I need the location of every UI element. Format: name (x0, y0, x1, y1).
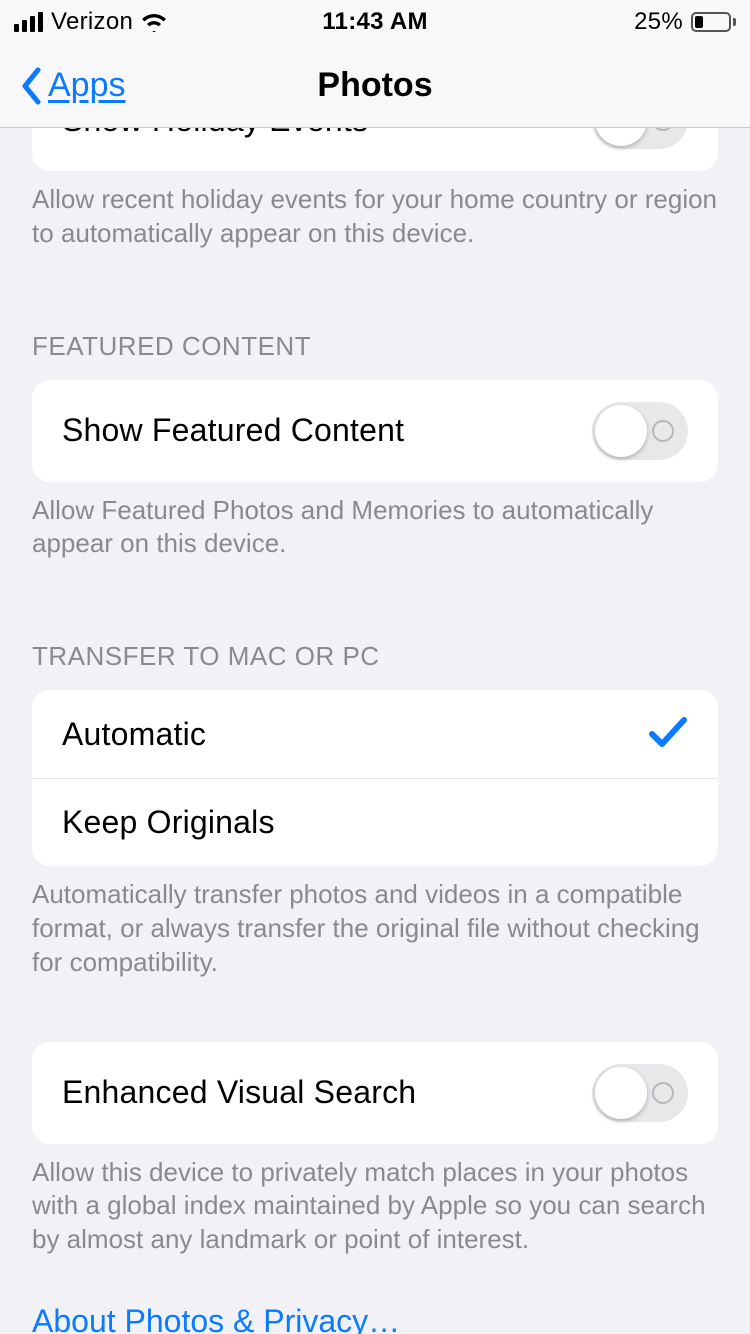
checkmark-icon (648, 714, 688, 755)
enhanced-visual-search-label: Enhanced Visual Search (62, 1074, 416, 1111)
back-label: Apps (48, 66, 126, 105)
show-featured-content-row[interactable]: Show Featured Content (32, 380, 718, 482)
back-button[interactable]: Apps (20, 66, 126, 105)
wifi-icon (141, 12, 167, 32)
show-holiday-events-row[interactable]: Show Holiday Events (32, 128, 718, 171)
transfer-automatic-label: Automatic (62, 716, 206, 753)
featured-content-header: FEATURED CONTENT (0, 305, 750, 372)
enhanced-visual-search-footer: Allow this device to privately match pla… (0, 1144, 750, 1257)
transfer-header: TRANSFER TO MAC OR PC (0, 615, 750, 682)
featured-content-footer: Allow Featured Photos and Memories to au… (0, 482, 750, 562)
show-featured-content-toggle[interactable] (592, 402, 688, 460)
enhanced-visual-search-card: Enhanced Visual Search (32, 1042, 718, 1144)
transfer-keep-originals-label: Keep Originals (62, 804, 275, 841)
about-photos-privacy-link[interactable]: About Photos & Privacy… (0, 1257, 750, 1334)
enhanced-visual-search-toggle[interactable] (592, 1064, 688, 1122)
transfer-automatic-row[interactable]: Automatic (32, 690, 718, 778)
enhanced-visual-search-row[interactable]: Enhanced Visual Search (32, 1042, 718, 1144)
status-bar: Verizon 11:43 AM 25% (0, 0, 750, 44)
cellular-signal-icon (14, 12, 43, 32)
clock: 11:43 AM (322, 8, 428, 36)
show-holiday-events-label: Show Holiday Events (62, 128, 368, 139)
transfer-keep-originals-row[interactable]: Keep Originals (32, 778, 718, 866)
nav-bar: Apps Photos (0, 44, 750, 128)
holiday-events-card: Show Holiday Events (32, 128, 718, 171)
chevron-left-icon (20, 67, 42, 105)
carrier-label: Verizon (51, 8, 133, 36)
battery-icon (691, 12, 736, 32)
show-featured-content-label: Show Featured Content (62, 412, 404, 449)
show-holiday-events-toggle[interactable] (592, 128, 688, 149)
featured-content-card: Show Featured Content (32, 380, 718, 482)
battery-percent: 25% (634, 8, 683, 36)
holiday-events-footer: Allow recent holiday events for your hom… (0, 171, 750, 251)
transfer-card: Automatic Keep Originals (32, 690, 718, 866)
transfer-footer: Automatically transfer photos and videos… (0, 866, 750, 979)
